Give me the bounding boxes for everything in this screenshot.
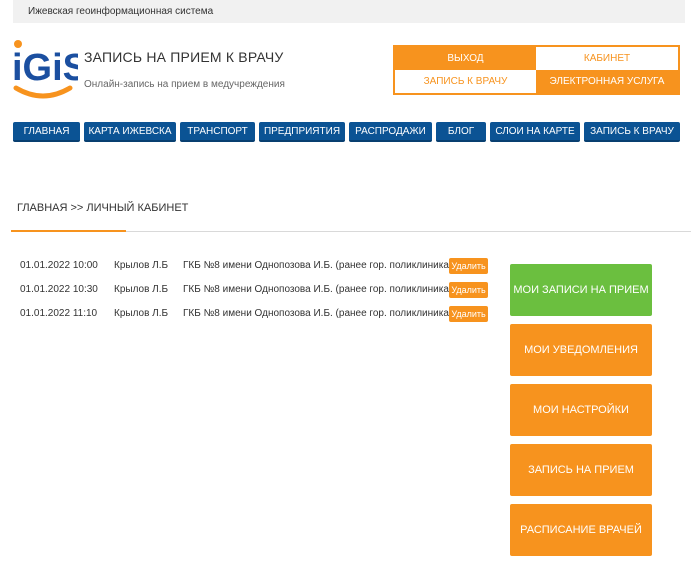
appointment-doctor: Крылов Л.Б	[114, 308, 169, 319]
my-notifications-button[interactable]: МОИ УВЕДОМЛЕНИЯ	[510, 324, 652, 376]
delete-appointment-button[interactable]: Удалить	[449, 258, 488, 274]
nav-item-izhevsk-map[interactable]: КАРТА ИЖЕВСКА	[84, 122, 176, 142]
cabinet-button[interactable]: КАБИНЕТ	[536, 47, 678, 70]
logout-button[interactable]: ВЫХОД	[395, 47, 536, 70]
appointment-datetime: 01.01.2022 10:30	[20, 284, 98, 295]
system-name: Ижевская геоинформационная система	[28, 6, 214, 17]
appointment-clinic: ГКБ №8 имени Однопозова И.Б. (ранее гор.…	[183, 260, 472, 271]
nav-item-transport[interactable]: ТРАНСПОРТ	[180, 122, 255, 142]
doctor-appointment-link[interactable]: ЗАПИСЬ К ВРАЧУ	[395, 70, 536, 93]
nav-item-sales[interactable]: РАСПРОДАЖИ	[349, 122, 432, 142]
appointment-clinic: ГКБ №8 имени Однопозова И.Б. (ранее гор.…	[183, 308, 472, 319]
delete-appointment-button[interactable]: Удалить	[449, 306, 488, 322]
igis-logo[interactable]: iGiS	[12, 38, 88, 102]
e-service-link[interactable]: ЭЛЕКТРОННАЯ УСЛУГА	[536, 70, 678, 93]
my-settings-button[interactable]: МОИ НАСТРОЙКИ	[510, 384, 652, 436]
appointment-datetime: 01.01.2022 11:10	[20, 308, 98, 319]
top-info-bar: Ижевская геоинформационная система	[13, 0, 685, 23]
nav-item-companies[interactable]: ПРЕДПРИЯТИЯ	[259, 122, 345, 142]
site-subtitle: Онлайн-запись на прием в медучреждения	[84, 79, 285, 90]
nav-item-doctor-appointment[interactable]: ЗАПИСЬ К ВРАЧУ	[584, 122, 680, 142]
book-appointment-button[interactable]: ЗАПИСЬ НА ПРИЕМ	[510, 444, 652, 496]
breadcrumb: ГЛАВНАЯ >> ЛИЧНЫЙ КАБИНЕТ	[17, 202, 189, 214]
appointment-datetime: 01.01.2022 10:00	[20, 260, 98, 271]
nav-item-blog[interactable]: БЛОГ	[436, 122, 486, 142]
section-divider-accent	[11, 230, 126, 232]
logo-wordmark: iGiS	[12, 47, 78, 89]
appointment-doctor: Крылов Л.Б	[114, 260, 169, 271]
appointment-doctor: Крылов Л.Б	[114, 284, 169, 295]
account-panel: ВЫХОД КАБИНЕТ ЗАПИСЬ К ВРАЧУ ЭЛЕКТРОННАЯ…	[393, 45, 680, 95]
appointment-clinic: ГКБ №8 имени Однопозова И.Б. (ранее гор.…	[183, 284, 472, 295]
site-title: ЗАПИСЬ НА ПРИЕМ К ВРАЧУ	[84, 49, 284, 65]
delete-appointment-button[interactable]: Удалить	[449, 282, 488, 298]
my-appointments-button[interactable]: МОИ ЗАПИСИ НА ПРИЕМ	[510, 264, 652, 316]
nav-item-map-layers[interactable]: СЛОИ НА КАРТЕ	[490, 122, 580, 142]
nav-item-main[interactable]: ГЛАВНАЯ	[13, 122, 80, 142]
doctor-schedule-button[interactable]: РАСПИСАНИЕ ВРАЧЕЙ	[510, 504, 652, 556]
